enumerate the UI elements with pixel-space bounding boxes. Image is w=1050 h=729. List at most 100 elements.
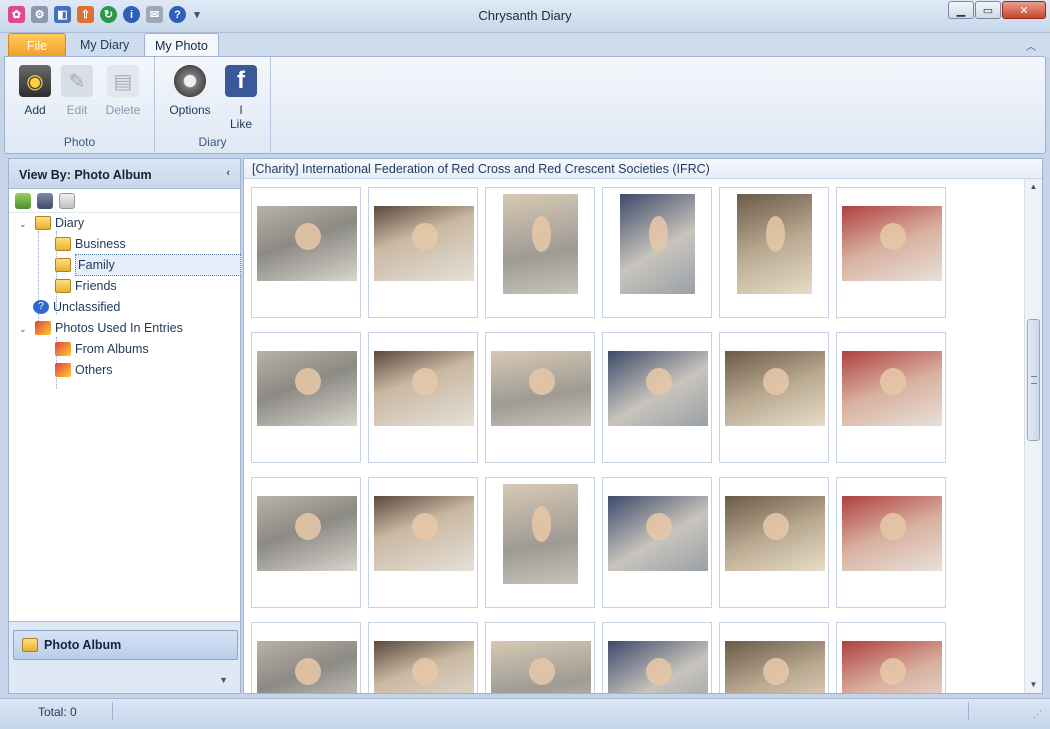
tab-my-diary[interactable]: My Diary bbox=[70, 33, 139, 57]
photo-image bbox=[608, 351, 708, 426]
facebook-icon: f bbox=[225, 65, 257, 97]
tree-label-diary: Diary bbox=[55, 216, 85, 230]
tree-node-unclassified[interactable]: ? Unclassified bbox=[33, 297, 120, 317]
vertical-scrollbar[interactable]: ▲ ▼ bbox=[1024, 179, 1042, 693]
delete-button[interactable]: ▤ Delete bbox=[101, 65, 145, 117]
rocket-icon bbox=[55, 363, 71, 377]
photo-image bbox=[491, 641, 591, 693]
tree-label-business: Business bbox=[75, 237, 126, 251]
tab-file[interactable]: File bbox=[8, 33, 66, 57]
ribbon: ◉ Add ✎ Edit ▤ Delete Photo · Options f … bbox=[4, 56, 1046, 154]
tree-node-photos-used[interactable]: ⌄ Photos Used In Entries bbox=[19, 318, 183, 338]
tree-node-diary[interactable]: ⌄ Diary bbox=[19, 213, 84, 233]
album-icon bbox=[35, 216, 51, 230]
photo-thumbnail[interactable] bbox=[485, 187, 595, 318]
photo-image bbox=[842, 641, 942, 693]
i-like-button[interactable]: f I Like bbox=[219, 65, 263, 131]
photo-thumbnail[interactable] bbox=[368, 332, 478, 463]
add-label: Add bbox=[24, 103, 46, 117]
photo-thumbnail[interactable] bbox=[251, 332, 361, 463]
photo-thumbnail[interactable] bbox=[602, 332, 712, 463]
tree-node-friends[interactable]: Friends bbox=[55, 276, 117, 296]
photo-image bbox=[374, 496, 474, 571]
photo-grid bbox=[251, 187, 1021, 693]
options-gear-icon: · bbox=[174, 65, 206, 97]
photo-group-label: Photo bbox=[63, 135, 96, 149]
expand-photos-used-icon[interactable]: ⌄ bbox=[19, 319, 29, 339]
photo-thumbnail[interactable] bbox=[602, 622, 712, 693]
delete-icon: ▤ bbox=[107, 65, 139, 97]
configure-buttons-icon[interactable]: ▼ bbox=[219, 675, 228, 685]
photo-image bbox=[257, 351, 357, 426]
tree-node-others[interactable]: Others bbox=[55, 360, 113, 380]
ribbon-tabs: File My Diary My Photo ︿ bbox=[0, 33, 1050, 57]
photo-thumbnail[interactable] bbox=[836, 187, 946, 318]
album-title: [Charity] International Federation of Re… bbox=[244, 159, 1042, 179]
photo-image bbox=[608, 496, 708, 571]
photo-view: [Charity] International Federation of Re… bbox=[243, 158, 1043, 694]
scrollbar-thumb[interactable] bbox=[1027, 319, 1040, 441]
add-button[interactable]: ◉ Add bbox=[13, 65, 57, 117]
tree-node-business[interactable]: Business bbox=[55, 234, 126, 254]
photo-thumbnail[interactable] bbox=[719, 332, 829, 463]
tree-label-family: Family bbox=[75, 254, 241, 276]
close-button[interactable]: ✕ bbox=[1002, 1, 1046, 19]
expand-diary-icon[interactable]: ⌄ bbox=[19, 214, 29, 234]
edit-label: Edit bbox=[66, 103, 88, 117]
resize-grip-icon[interactable]: ⋰ bbox=[1033, 709, 1042, 720]
photo-image bbox=[725, 641, 825, 693]
photo-thumbnail[interactable] bbox=[485, 477, 595, 608]
scroll-up-icon[interactable]: ▲ bbox=[1025, 179, 1042, 195]
album-icon bbox=[55, 237, 71, 251]
photo-thumbnail[interactable] bbox=[719, 477, 829, 608]
photo-album-label: Photo Album bbox=[44, 638, 122, 652]
photo-thumbnail[interactable] bbox=[368, 477, 478, 608]
delete-label: Delete bbox=[105, 103, 141, 117]
photo-thumbnail[interactable] bbox=[836, 622, 946, 693]
photo-thumbnail[interactable] bbox=[251, 622, 361, 693]
photo-thumbnail[interactable] bbox=[719, 622, 829, 693]
photo-thumbnail[interactable] bbox=[602, 187, 712, 318]
remove-album-icon[interactable] bbox=[59, 192, 75, 209]
options-button[interactable]: · Options bbox=[168, 65, 212, 117]
photo-group: ◉ Add ✎ Edit ▤ Delete Photo bbox=[5, 57, 155, 153]
photo-image bbox=[842, 351, 942, 426]
maximize-button[interactable]: ▭ bbox=[975, 1, 1001, 19]
photo-thumbnail[interactable] bbox=[836, 477, 946, 608]
add-album-icon[interactable] bbox=[15, 192, 31, 209]
collapse-ribbon-icon[interactable]: ︿ bbox=[1026, 38, 1036, 53]
photo-thumbnail[interactable] bbox=[719, 187, 829, 318]
photo-thumbnail[interactable] bbox=[251, 187, 361, 318]
photo-thumbnail[interactable] bbox=[485, 622, 595, 693]
photo-thumbnail[interactable] bbox=[368, 187, 478, 318]
photo-album-button[interactable]: Photo Album bbox=[13, 630, 238, 660]
photo-image bbox=[257, 206, 357, 281]
photo-image bbox=[257, 496, 357, 571]
photo-thumbnail[interactable] bbox=[368, 622, 478, 693]
photo-thumbnail[interactable] bbox=[485, 332, 595, 463]
tree-node-from-albums[interactable]: From Albums bbox=[55, 339, 149, 359]
collapse-panel-icon[interactable]: ‹ bbox=[226, 167, 230, 179]
album-tree: ⌄ Diary Business Family Friends ? Unclas… bbox=[9, 213, 241, 613]
photo-image bbox=[503, 194, 578, 294]
photo-album-icon bbox=[22, 638, 38, 652]
scroll-down-icon[interactable]: ▼ bbox=[1025, 677, 1042, 693]
photo-thumbnail[interactable] bbox=[836, 332, 946, 463]
photo-image bbox=[257, 641, 357, 693]
rocket-icon bbox=[55, 342, 71, 356]
tree-label-unclassified: Unclassified bbox=[53, 300, 121, 314]
camera-add-icon: ◉ bbox=[19, 65, 51, 97]
photo-image bbox=[737, 194, 812, 294]
camera-icon[interactable] bbox=[37, 192, 53, 209]
status-bar: Total: 0 ⋰ bbox=[0, 698, 1050, 729]
minimize-button[interactable]: ▁ bbox=[948, 1, 974, 19]
photo-thumbnail[interactable] bbox=[251, 477, 361, 608]
title-bar: ✿ ⚙ ◧ ⇧ ↻ i ✉ ? ▾ Chrysanth Diary ▁ ▭ ✕ bbox=[0, 0, 1050, 33]
tab-my-photo[interactable]: My Photo bbox=[144, 33, 219, 57]
photo-image bbox=[374, 351, 474, 426]
photo-image bbox=[374, 206, 474, 281]
photo-thumbnail[interactable] bbox=[602, 477, 712, 608]
tree-node-family[interactable]: Family bbox=[55, 254, 241, 276]
edit-button[interactable]: ✎ Edit bbox=[55, 65, 99, 117]
diary-group-label: Diary bbox=[198, 135, 227, 149]
